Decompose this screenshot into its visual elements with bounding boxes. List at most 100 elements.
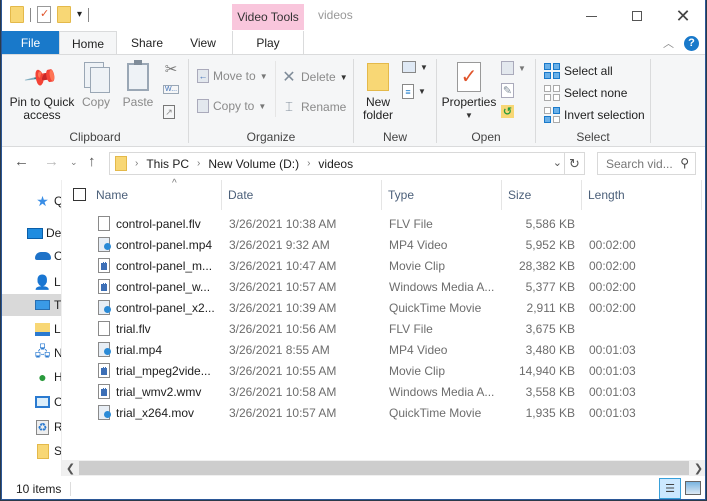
- file-row[interactable]: control-panel.mp4 3/26/2021 9:32 AM MP4 Vi…: [62, 234, 705, 255]
- file-row[interactable]: trial_x264.mov 3/26/2021 10:57 AM QuickTim…: [62, 402, 705, 423]
- scroll-left-button[interactable]: ❮: [62, 460, 79, 476]
- copy-button[interactable]: Copy: [80, 61, 112, 109]
- folder-icon: [115, 156, 127, 171]
- file-row[interactable]: control-panel_w... 3/26/2021 10:57 AM Wind…: [62, 276, 705, 297]
- up-button[interactable]: ↑: [88, 153, 96, 170]
- column-header-length[interactable]: Length: [582, 180, 702, 210]
- nav-item-control-panel[interactable]: C: [2, 391, 61, 413]
- easy-access-button[interactable]: ≡ ▼: [402, 84, 426, 99]
- back-button[interactable]: ←: [14, 153, 29, 170]
- paste-button[interactable]: Paste: [122, 60, 154, 109]
- minimize-button[interactable]: [568, 0, 614, 32]
- file-row[interactable]: trial.flv 3/26/2021 10:56 AM FLV File 3,675…: [62, 318, 705, 339]
- column-header-type[interactable]: Type: [382, 180, 502, 210]
- search-input[interactable]: Search vid... ⚲: [597, 152, 696, 175]
- paste-icon: [122, 60, 154, 93]
- refresh-button[interactable]: ↻: [564, 153, 584, 174]
- properties-icon[interactable]: [37, 6, 51, 23]
- select-all-checkbox[interactable]: [73, 188, 86, 201]
- minimize-icon: [585, 15, 597, 17]
- navigation-pane: ★ Qu De O 👤 L T L 🖧 N ● H: [2, 180, 61, 476]
- forward-button[interactable]: →: [44, 153, 59, 170]
- pin-to-quick-access-button[interactable]: 📌 Pin to Quick access: [8, 59, 76, 122]
- delete-dropdown-icon: ▼: [339, 72, 348, 82]
- file-row[interactable]: control-panel_x2... 3/26/2021 10:39 AM Qui…: [62, 297, 705, 318]
- properties-dropdown-icon: ▼: [465, 111, 473, 120]
- file-list: Name ^ Date Type Size Length control-pan…: [62, 178, 705, 460]
- up-arrow-icon: ↑: [88, 153, 96, 170]
- breadcrumb-this-pc[interactable]: This PC: [146, 157, 189, 171]
- nav-item-onedrive[interactable]: O: [2, 245, 61, 267]
- select-none-icon: [544, 85, 560, 101]
- nav-item-network[interactable]: 🖧 N: [2, 342, 61, 364]
- file-row[interactable]: control-panel.flv 3/26/2021 10:38 AM FLV F…: [62, 213, 705, 234]
- breadcrumb-separator-icon[interactable]: ›: [135, 158, 138, 169]
- cut-button[interactable]: ✂: [163, 61, 179, 78]
- new-folder-button[interactable]: New folder: [360, 61, 396, 122]
- file-row[interactable]: trial_mpeg2vide... 3/26/2021 10:55 AM Movi…: [62, 360, 705, 381]
- rename-button[interactable]: ⌶ Rename: [281, 99, 346, 115]
- edit-button[interactable]: ✎: [501, 83, 514, 98]
- file-row[interactable]: trial.mp4 3/26/2021 8:55 AM MP4 Video 3,480…: [62, 339, 705, 360]
- close-button[interactable]: ✕: [660, 0, 705, 32]
- history-button[interactable]: ↺: [501, 105, 514, 118]
- nav-item-user[interactable]: 👤 L: [2, 271, 61, 293]
- breadcrumb-separator-icon[interactable]: ›: [197, 158, 200, 169]
- open-button[interactable]: ▼: [501, 61, 526, 75]
- invert-selection-button[interactable]: Invert selection: [544, 107, 645, 123]
- new-item-dropdown-icon: ▼: [420, 62, 428, 72]
- address-bar[interactable]: › This PC › New Volume (D:) › videos ⌄ ↻: [109, 152, 585, 175]
- column-header-size[interactable]: Size: [502, 180, 582, 210]
- nav-item-quick-access[interactable]: ★ Qu: [2, 190, 61, 212]
- select-all-button[interactable]: Select all: [544, 63, 613, 79]
- tab-play[interactable]: Play: [232, 31, 304, 55]
- file-explorer-window: ▾ Video Tools videos ✕ File Home Share V…: [1, 0, 706, 500]
- column-header-name[interactable]: Name ^: [90, 178, 222, 210]
- nav-item-desktop[interactable]: De: [2, 222, 61, 244]
- address-history-dropdown-icon[interactable]: ⌄: [553, 156, 562, 169]
- help-icon[interactable]: ?: [684, 35, 699, 51]
- chevron-down-icon: ⌄: [70, 157, 78, 167]
- nav-item-folder[interactable]: S: [2, 440, 61, 462]
- nav-item-this-pc[interactable]: T: [2, 294, 61, 316]
- tab-view[interactable]: View: [180, 31, 226, 55]
- recent-locations-button[interactable]: ⌄: [70, 157, 78, 168]
- move-to-button[interactable]: ← Move to ▼: [197, 69, 268, 83]
- file-date: 3/26/2021 9:32 AM: [229, 237, 330, 252]
- paste-shortcut-button[interactable]: ↗: [163, 105, 175, 119]
- nav-item-libraries[interactable]: L: [2, 318, 61, 340]
- new-folder-label-line2: folder: [362, 108, 394, 122]
- file-date: 3/26/2021 10:57 AM: [229, 279, 337, 294]
- nav-item-recycle-bin[interactable]: ♻ R: [2, 416, 61, 438]
- tab-share[interactable]: Share: [124, 31, 170, 55]
- delete-button[interactable]: ✕ Delete ▼: [281, 69, 348, 86]
- tab-home[interactable]: Home: [59, 31, 117, 55]
- maximize-button[interactable]: [614, 0, 660, 32]
- breadcrumb-separator-icon[interactable]: ›: [307, 158, 310, 169]
- collapse-ribbon-icon[interactable]: ︿: [663, 35, 674, 51]
- nav-item-homegroup[interactable]: ● H: [2, 366, 61, 388]
- new-folder-icon[interactable]: [57, 6, 71, 23]
- large-icons-view-button[interactable]: [685, 481, 701, 495]
- file-length: 00:01:03: [589, 342, 636, 357]
- breadcrumb-videos[interactable]: videos: [318, 157, 353, 171]
- customize-qat-dropdown-icon[interactable]: ▾: [77, 9, 82, 20]
- tab-file[interactable]: File: [2, 31, 59, 55]
- invert-selection-label: Invert selection: [564, 108, 645, 122]
- column-header-date[interactable]: Date: [222, 180, 382, 210]
- details-view-button[interactable]: ☰: [659, 478, 681, 499]
- copy-path-button[interactable]: W...: [163, 85, 179, 94]
- select-none-button[interactable]: Select none: [544, 85, 627, 101]
- scrollbar-thumb[interactable]: [79, 461, 689, 475]
- new-item-button[interactable]: ▼: [402, 61, 428, 73]
- properties-button[interactable]: ✓ Properties ▼: [441, 61, 497, 122]
- scroll-right-button[interactable]: ❯: [690, 460, 705, 476]
- horizontal-scrollbar[interactable]: ❮ ❯: [62, 460, 705, 476]
- file-row[interactable]: control-panel_m... 3/26/2021 10:47 AM Movi…: [62, 255, 705, 276]
- copy-to-button[interactable]: Copy to ▼: [197, 99, 266, 113]
- recycle-bin-icon: ♻: [36, 419, 49, 435]
- file-date: 3/26/2021 10:56 AM: [229, 321, 337, 336]
- item-count: 10 items: [16, 482, 62, 496]
- file-row[interactable]: trial_wmv2.wmv 3/26/2021 10:58 AM Windows …: [62, 381, 705, 402]
- breadcrumb-new-volume[interactable]: New Volume (D:): [208, 157, 299, 171]
